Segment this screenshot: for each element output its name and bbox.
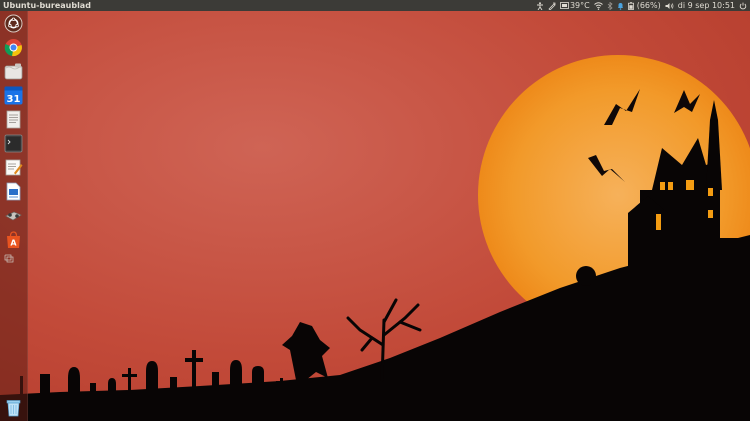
writer-icon — [6, 182, 21, 201]
temperature-value: 39°C — [569, 1, 590, 10]
svg-text:A: A — [10, 239, 17, 248]
calendar-day: 31 — [7, 94, 21, 105]
dash-home-icon — [4, 14, 23, 33]
launcher-item-browser[interactable] — [4, 38, 23, 57]
launcher-item-trash[interactable] — [4, 398, 23, 417]
desktop-wallpaper — [0, 0, 750, 421]
launcher-item-document[interactable] — [4, 110, 23, 129]
volume-icon[interactable] — [665, 2, 674, 10]
text-editor-icon — [5, 159, 23, 176]
chromium-browser-icon — [4, 39, 22, 57]
keyboard-indicator-icon[interactable] — [548, 2, 556, 10]
cpu-sensor-icon — [560, 2, 569, 9]
utilities-icon — [5, 211, 22, 221]
text-document-icon — [6, 110, 21, 129]
workspace-switcher-icon — [4, 254, 14, 263]
accessibility-indicator-icon[interactable] — [536, 1, 544, 10]
launcher-item-text-editor[interactable] — [4, 158, 23, 177]
launcher-item-terminal[interactable] — [4, 134, 23, 153]
launcher-item-software-center[interactable]: A — [4, 230, 23, 249]
terminal-icon — [4, 134, 23, 153]
launcher-item-utilities[interactable] — [4, 206, 23, 225]
pumpkin — [576, 266, 596, 286]
clock[interactable]: di 9 sep 10:51 — [678, 0, 735, 11]
wifi-icon[interactable] — [593, 1, 603, 10]
indicator-area: 39°C (66%) di 9 sep 10:51 — [536, 0, 750, 11]
launcher-item-files[interactable] — [4, 62, 23, 81]
temperature-indicator[interactable]: 39°C — [560, 0, 590, 11]
calendar-icon: 31 — [4, 86, 23, 105]
bluetooth-icon[interactable] — [607, 1, 613, 10]
launcher-item-workspaces[interactable] — [4, 254, 23, 266]
notification-bell-icon[interactable] — [617, 2, 624, 10]
battery-indicator[interactable]: (66%) — [627, 0, 661, 11]
trash-icon — [6, 400, 21, 417]
software-center-icon: A — [7, 231, 20, 248]
dash-home-button[interactable] — [4, 14, 23, 33]
launcher-item-writer[interactable] — [4, 182, 23, 201]
launcher: 31 A — [0, 11, 28, 421]
launcher-item-calendar[interactable]: 31 — [4, 86, 23, 105]
battery-percent: (66%) — [636, 1, 661, 10]
session-power-icon[interactable] — [739, 2, 747, 10]
top-panel: Ubuntu-bureaublad 39°C (66%) di 9 sep 10… — [0, 0, 750, 11]
file-manager-icon — [4, 63, 23, 80]
window-title: Ubuntu-bureaublad — [3, 1, 91, 10]
